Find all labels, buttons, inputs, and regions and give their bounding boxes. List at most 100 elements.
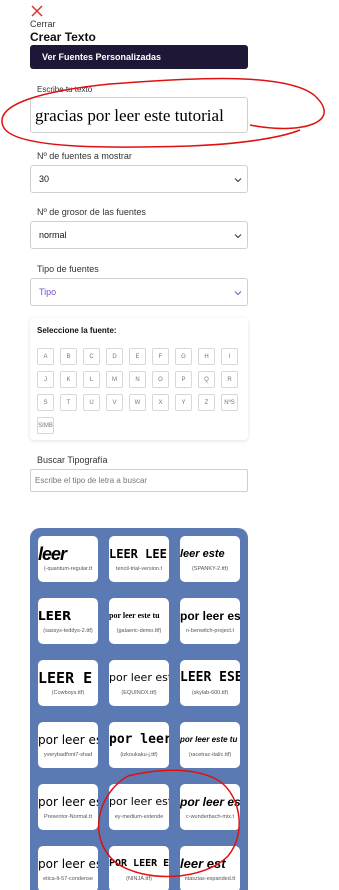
font-preview: por leer este (180, 795, 240, 809)
font-card[interactable]: por leer est n-benwitch-project.t (180, 598, 240, 644)
font-card[interactable]: por leer (izkoukaku-j.ttf) (109, 722, 169, 768)
letter-button[interactable]: F (152, 348, 169, 365)
font-preview: leer (38, 544, 67, 564)
font-card[interactable]: leer (-quantum-regular.tt (38, 536, 98, 582)
font-caption: yverybadfont7-shad (43, 752, 93, 758)
text-field-label: Escribe tu texto (37, 85, 93, 94)
font-caption: (izkoukaku-j.ttf) (120, 752, 158, 758)
letter-button[interactable]: I (221, 348, 238, 365)
letter-button[interactable]: W (129, 394, 146, 411)
letter-button[interactable]: M (106, 371, 123, 388)
font-caption: (sassys-teddys-2.ttf) (43, 628, 93, 634)
font-preview: LEER ESE (180, 670, 240, 685)
font-caption: ntaszias-expanded.tt (184, 876, 236, 882)
letter-button[interactable]: X (152, 394, 169, 411)
letter-selection-panel: Seleccione la fuente: ABCDEFGHI JKLMNOPQR… (30, 318, 248, 440)
letter-button[interactable]: Z (198, 394, 215, 411)
font-caption: (EQUINOX.ttf) (121, 690, 157, 696)
font-caption: (-quantum-regular.tt (43, 566, 93, 572)
letter-button[interactable]: H (198, 348, 215, 365)
font-card[interactable]: leer est ntaszias-expanded.tt (180, 846, 240, 890)
custom-fonts-button[interactable]: Ver Fuentes Personalizadas (30, 45, 248, 69)
letter-button[interactable]: S (37, 394, 54, 411)
letter-button[interactable]: SIMB (37, 417, 54, 434)
font-preview: por leer este (109, 795, 169, 808)
letter-button[interactable]: P (175, 371, 192, 388)
font-caption: (galaeric-demo.ttf) (116, 628, 162, 634)
letter-button[interactable]: L (83, 371, 100, 388)
letter-panel-title: Seleccione la fuente: (37, 326, 117, 335)
letter-button[interactable]: T (60, 394, 77, 411)
font-card[interactable]: por leer este yverybadfont7-shad (38, 722, 98, 768)
font-preview: leer est (180, 856, 226, 871)
letter-button[interactable]: E (129, 348, 146, 365)
font-card[interactable]: leer este (SPANKY-2.ttf) (180, 536, 240, 582)
font-caption: n-benwitch-project.t (186, 628, 234, 634)
font-caption: Presentor-Normal.tt (44, 814, 92, 820)
chevron-down-icon (234, 234, 242, 239)
font-card[interactable]: LEER ESE (skylab-600.ttf) (180, 660, 240, 706)
letter-button[interactable]: R (221, 371, 238, 388)
text-input[interactable]: gracias por leer este tutorial (30, 97, 248, 133)
close-label[interactable]: Cerrar (30, 19, 56, 29)
font-card[interactable]: por leer este ey-medium-extende (109, 784, 169, 830)
fonts-grid-panel: leer (-quantum-regular.tt LEER LEE tencil-t… (30, 528, 248, 890)
letter-button[interactable]: J (37, 371, 54, 388)
letter-button[interactable]: B (60, 348, 77, 365)
font-type-label: Tipo de fuentes (37, 264, 99, 274)
font-caption: c-wunderbach-mix.t (186, 814, 234, 820)
font-card[interactable]: por leer este etica-lt-57-condense (38, 846, 98, 890)
letter-button[interactable]: Q (198, 371, 215, 388)
font-preview: por leer est (180, 609, 240, 623)
font-preview: POR LEER ESTE (109, 858, 169, 869)
letter-button[interactable]: K (60, 371, 77, 388)
weight-label: Nº de grosor de las fuentes (37, 207, 146, 217)
search-input[interactable]: Escribe el tipo de letra a buscar (30, 469, 248, 492)
letter-button[interactable]: V (106, 394, 123, 411)
font-preview: por leer este (38, 733, 98, 747)
fonts-count-label: Nº de fuentes a mostrar (37, 151, 132, 161)
font-card[interactable]: por leer este Presentor-Normal.tt (38, 784, 98, 830)
letter-button[interactable]: Y (175, 394, 192, 411)
close-icon[interactable] (30, 4, 44, 18)
font-card[interactable]: LEER (sassys-teddys-2.ttf) (38, 598, 98, 644)
font-caption: (SPANKY-2.ttf) (191, 566, 229, 572)
font-type-value: Tipo (39, 287, 57, 297)
letter-button[interactable]: N (129, 371, 146, 388)
font-preview: por leer este (38, 857, 98, 871)
font-type-select[interactable]: Tipo (30, 278, 248, 306)
font-card[interactable]: POR LEER ESTE (NINJA.ttf) (109, 846, 169, 890)
page-title: Crear Texto (30, 30, 96, 44)
letter-button[interactable]: C (83, 348, 100, 365)
letter-button[interactable]: G (175, 348, 192, 365)
font-card[interactable]: por leer este c-wunderbach-mix.t (180, 784, 240, 830)
fonts-count-value: 30 (39, 174, 50, 184)
font-card[interactable]: por leer este tu (racetrac-italic.ttf) (180, 722, 240, 768)
font-caption: ey-medium-extende (114, 814, 164, 820)
letter-button[interactable]: D (106, 348, 123, 365)
font-caption: (NINJA.ttf) (126, 876, 152, 882)
font-card[interactable]: por leer est (EQUINOX.ttf) (109, 660, 169, 706)
font-preview: leer este (180, 548, 225, 560)
font-caption: tencil-trial-version.t (115, 566, 163, 572)
letter-button[interactable]: O (152, 371, 169, 388)
weight-select[interactable]: normal (30, 221, 248, 249)
weight-value: normal (39, 230, 67, 240)
chevron-down-icon (234, 291, 242, 296)
search-label: Buscar Tipografía (37, 455, 108, 465)
font-caption: (skylab-600.ttf) (191, 690, 229, 696)
letter-button[interactable]: A (37, 348, 54, 365)
chevron-down-icon (234, 178, 242, 183)
letter-button[interactable]: NºS (221, 394, 238, 411)
font-card[interactable]: LEER E (Cowboys.ttf) (38, 660, 98, 706)
letter-button[interactable]: U (83, 394, 100, 411)
font-preview: por leer est (109, 671, 169, 684)
font-preview: LEER (38, 609, 72, 623)
font-preview: LEER LEE (109, 547, 167, 561)
fonts-count-select[interactable]: 30 (30, 165, 248, 193)
font-preview: por leer (109, 732, 169, 747)
font-preview: por leer este tu (180, 735, 238, 744)
font-preview: LEER E (38, 669, 93, 687)
font-card[interactable]: LEER LEE tencil-trial-version.t (109, 536, 169, 582)
font-card[interactable]: por leer este tu (galaeric-demo.ttf) (109, 598, 169, 644)
